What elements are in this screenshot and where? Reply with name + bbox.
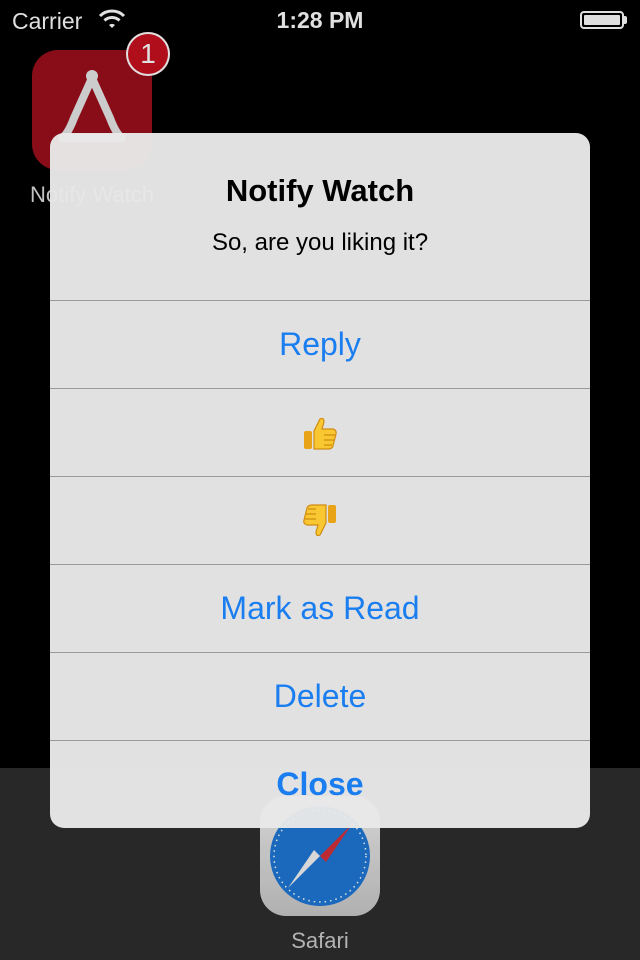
thumbs-down-button[interactable] [50,476,590,564]
thumbs-up-button[interactable] [50,388,590,476]
alert-title: Notify Watch [225,173,415,208]
thumbs-up-icon [304,417,337,450]
alert-message: So, are you liking it? [211,229,429,256]
notification-alert: Notify Watch So, are you liking it? Repl… [50,133,590,828]
close-button[interactable]: Close [50,740,590,828]
mark-as-read-button[interactable]: Mark as Read [50,564,590,652]
reply-button[interactable]: Reply [50,300,590,388]
delete-button[interactable]: Delete [50,652,590,740]
thumbs-down-icon [303,503,336,536]
